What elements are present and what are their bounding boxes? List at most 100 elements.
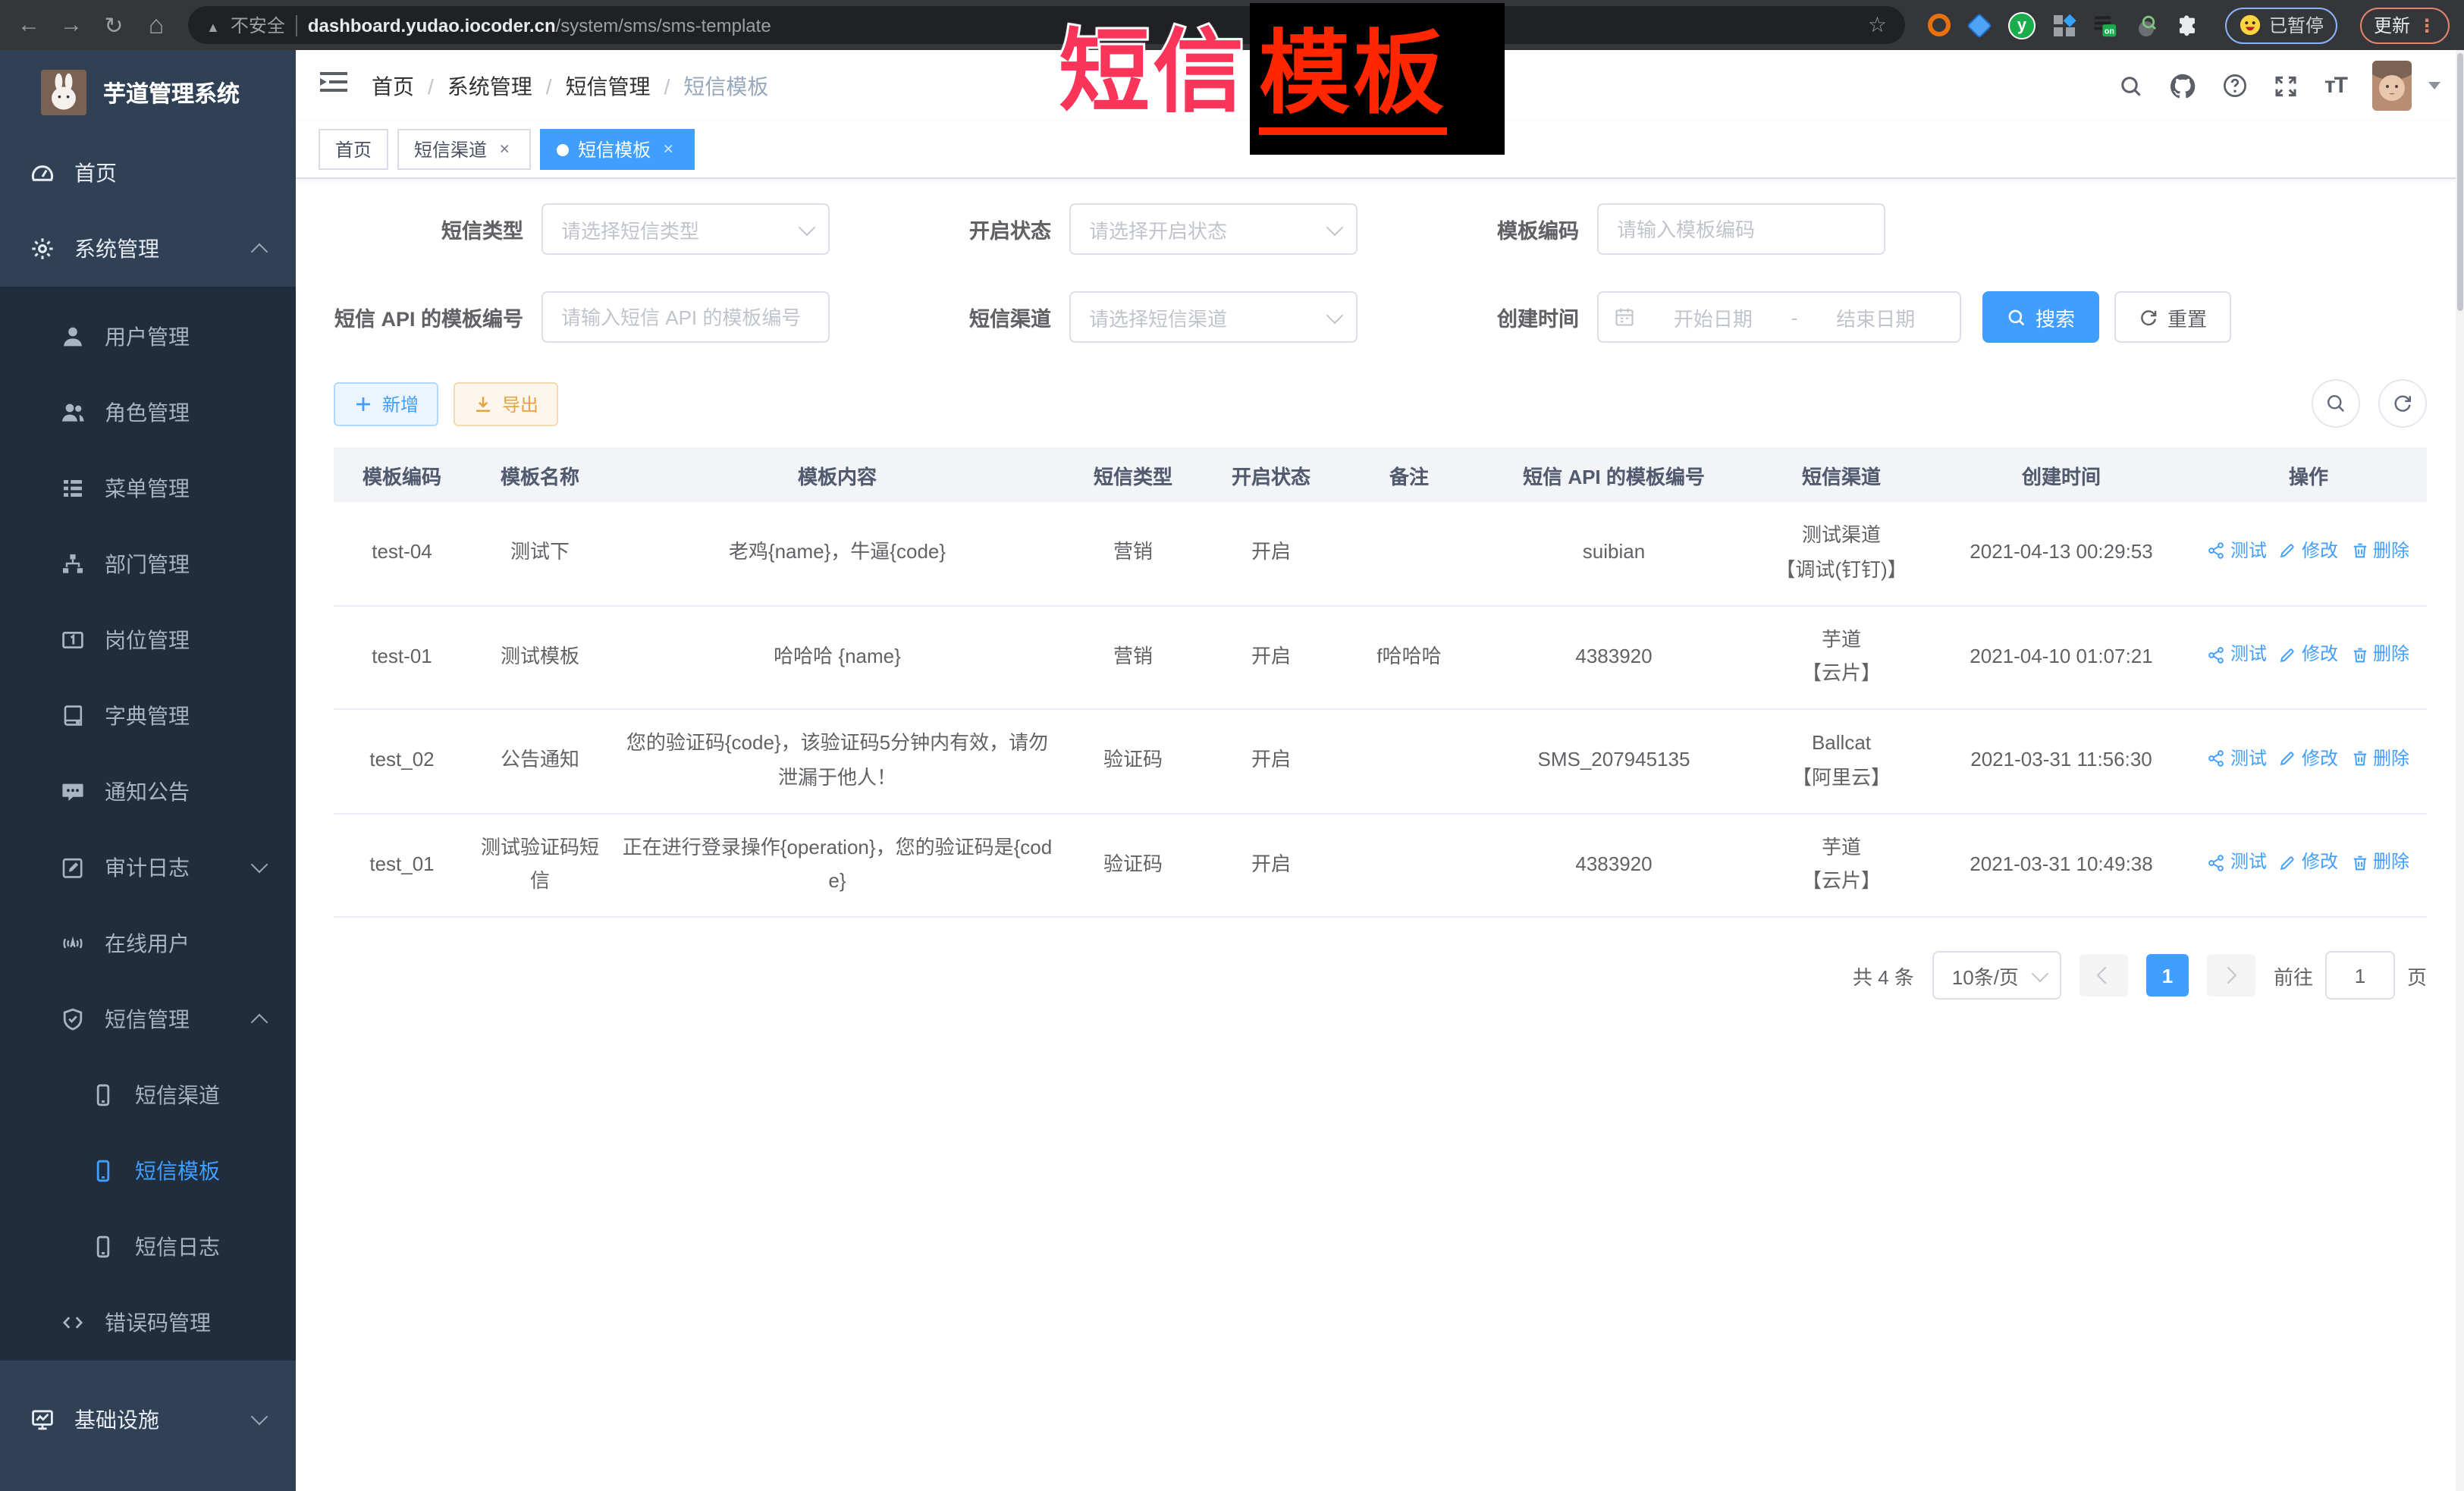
sidebar-item-sms-log[interactable]: 短信日志 bbox=[0, 1209, 296, 1285]
back-icon[interactable] bbox=[9, 5, 49, 45]
extension-row: on 已暂停 更新 bbox=[1926, 7, 2450, 43]
sidebar-item-audit-log[interactable]: 审计日志 bbox=[0, 830, 296, 906]
sidebar-item-users[interactable]: 用户管理 bbox=[0, 299, 296, 375]
sidebar-item-online-users[interactable]: 在线用户 bbox=[0, 906, 296, 981]
test-action[interactable]: 测试 bbox=[2208, 535, 2267, 567]
sidebar-item-system[interactable]: 系统管理 bbox=[0, 211, 296, 287]
col-header-actions: 操作 bbox=[2190, 447, 2427, 502]
font-size-icon[interactable] bbox=[2324, 72, 2346, 99]
edit-action[interactable]: 修改 bbox=[2279, 846, 2338, 878]
delete-action[interactable]: 删除 bbox=[2350, 535, 2409, 567]
home-icon[interactable] bbox=[137, 5, 176, 45]
breadcrumb-system[interactable]: 系统管理 bbox=[447, 71, 532, 101]
reset-button[interactable]: 重置 bbox=[2114, 291, 2231, 343]
extension-ring-icon[interactable] bbox=[1926, 13, 1951, 37]
delete-action[interactable]: 删除 bbox=[2350, 639, 2409, 670]
app-logo[interactable]: 芋道管理系统 bbox=[0, 50, 296, 135]
edit-action[interactable]: 修改 bbox=[2279, 742, 2338, 774]
extension-tabs-on-icon[interactable]: on bbox=[2093, 13, 2117, 37]
template-code-input[interactable] bbox=[1599, 218, 1884, 240]
search-icon[interactable] bbox=[2120, 74, 2144, 98]
extension-y-icon[interactable] bbox=[2008, 11, 2036, 39]
sidebar-item-infrastructure[interactable]: 基础设施 bbox=[0, 1382, 296, 1458]
sidebar-item-menus[interactable]: 菜单管理 bbox=[0, 450, 296, 526]
sidebar-toggle-icon[interactable] bbox=[320, 70, 347, 102]
share-icon bbox=[2208, 541, 2226, 560]
sidebar-item-dictionary[interactable]: 字典管理 bbox=[0, 678, 296, 754]
sidebar-item-error-codes[interactable]: 错误码管理 bbox=[0, 1285, 296, 1361]
page-url[interactable]: dashboard.yudao.iocoder.cn/system/sms/sm… bbox=[308, 14, 771, 36]
channel-select[interactable]: 请选择短信渠道 bbox=[1069, 291, 1358, 343]
sidebar-item-home[interactable]: 首页 bbox=[0, 135, 296, 211]
emoji-face-icon bbox=[2239, 14, 2262, 36]
system-submenu: 用户管理 角色管理 菜单管理 部门管理 岗位管理 bbox=[0, 287, 296, 1361]
edit-action[interactable]: 修改 bbox=[2279, 535, 2338, 567]
date-range-picker[interactable]: 开始日期 - 结束日期 bbox=[1597, 291, 1961, 343]
sidebar-item-notices[interactable]: 通知公告 bbox=[0, 754, 296, 830]
refresh-table-button[interactable] bbox=[2378, 379, 2427, 428]
table-row: test_02 公告通知 您的验证码{code}，该验证码5分钟内有效，请勿泄漏… bbox=[334, 709, 2427, 813]
breadcrumb-home[interactable]: 首页 bbox=[372, 71, 414, 101]
tab-sms-channel[interactable]: 短信渠道 bbox=[397, 129, 531, 170]
next-page-button[interactable] bbox=[2207, 954, 2255, 997]
page-size-select[interactable]: 10条/页 bbox=[1932, 951, 2061, 1000]
sidebar-item-sms-channel[interactable]: 短信渠道 bbox=[0, 1057, 296, 1133]
scrollbar-thumb[interactable] bbox=[2457, 53, 2463, 311]
api-template-input[interactable] bbox=[543, 306, 828, 328]
sidebar-item-label: 短信渠道 bbox=[135, 1080, 220, 1110]
sidebar-item-sms-template[interactable]: 短信模板 bbox=[0, 1133, 296, 1209]
reload-icon[interactable] bbox=[94, 5, 133, 45]
add-button[interactable]: 新增 bbox=[334, 381, 438, 425]
extension-gem-icon[interactable] bbox=[1967, 13, 1992, 37]
tab-label: 首页 bbox=[335, 137, 372, 162]
svg-text:on: on bbox=[2105, 27, 2114, 36]
forward-icon[interactable] bbox=[52, 5, 91, 45]
user-icon bbox=[61, 325, 85, 349]
sidebar-item-sms[interactable]: 短信管理 bbox=[0, 981, 296, 1057]
profile-paused-pill[interactable]: 已暂停 bbox=[2225, 7, 2337, 43]
address-bar[interactable]: 不安全 dashboard.yudao.iocoder.cn/system/sm… bbox=[188, 6, 1905, 44]
current-page[interactable]: 1 bbox=[2146, 954, 2189, 997]
goto-page-input[interactable] bbox=[2325, 951, 2395, 1000]
close-icon[interactable] bbox=[660, 140, 678, 159]
extension-grid-icon[interactable] bbox=[2052, 13, 2076, 37]
breadcrumb-sms[interactable]: 短信管理 bbox=[566, 71, 651, 101]
close-icon[interactable] bbox=[496, 140, 514, 159]
refresh-icon bbox=[2139, 307, 2158, 327]
tab-sms-template[interactable]: 短信模板 bbox=[540, 129, 695, 170]
search-button[interactable]: 搜索 bbox=[1982, 291, 2099, 343]
sidebar-item-posts[interactable]: 岗位管理 bbox=[0, 602, 296, 678]
test-action[interactable]: 测试 bbox=[2208, 742, 2267, 774]
delete-action[interactable]: 删除 bbox=[2350, 742, 2409, 774]
sidebar-item-departments[interactable]: 部门管理 bbox=[0, 526, 296, 602]
calendar-icon bbox=[1614, 306, 1635, 328]
extension-puzzle-icon[interactable] bbox=[2175, 13, 2199, 37]
edit-action[interactable]: 修改 bbox=[2279, 639, 2338, 670]
plus-icon bbox=[353, 394, 373, 413]
show-search-button[interactable] bbox=[2312, 379, 2360, 428]
avatar-caret-icon[interactable] bbox=[2428, 82, 2440, 89]
export-button[interactable]: 导出 bbox=[454, 381, 558, 425]
test-action[interactable]: 测试 bbox=[2208, 639, 2267, 670]
update-button[interactable]: 更新 bbox=[2360, 7, 2450, 43]
fullscreen-icon[interactable] bbox=[2274, 74, 2299, 98]
sidebar-item-label: 审计日志 bbox=[105, 852, 190, 883]
sidebar-item-label: 用户管理 bbox=[105, 322, 190, 352]
status-select[interactable]: 请选择开启状态 bbox=[1069, 203, 1358, 255]
browser-menu-icon[interactable] bbox=[2418, 14, 2436, 36]
extension-inspector-icon[interactable] bbox=[2134, 13, 2158, 37]
delete-action[interactable]: 删除 bbox=[2350, 846, 2409, 878]
help-icon[interactable] bbox=[2223, 73, 2249, 99]
pencil-icon bbox=[2279, 853, 2297, 871]
tab-home[interactable]: 首页 bbox=[319, 129, 388, 170]
user-avatar[interactable] bbox=[2372, 61, 2412, 111]
sidebar-item-roles[interactable]: 角色管理 bbox=[0, 375, 296, 450]
col-header-created: 创建时间 bbox=[1932, 447, 2190, 502]
sms-type-select[interactable]: 请选择短信类型 bbox=[541, 203, 830, 255]
bookmark-star-icon[interactable] bbox=[1868, 12, 1887, 38]
window-scrollbar[interactable] bbox=[2456, 50, 2464, 1491]
dashboard-icon bbox=[30, 161, 55, 185]
github-icon[interactable] bbox=[2170, 72, 2197, 99]
prev-page-button[interactable] bbox=[2079, 954, 2128, 997]
test-action[interactable]: 测试 bbox=[2208, 846, 2267, 878]
